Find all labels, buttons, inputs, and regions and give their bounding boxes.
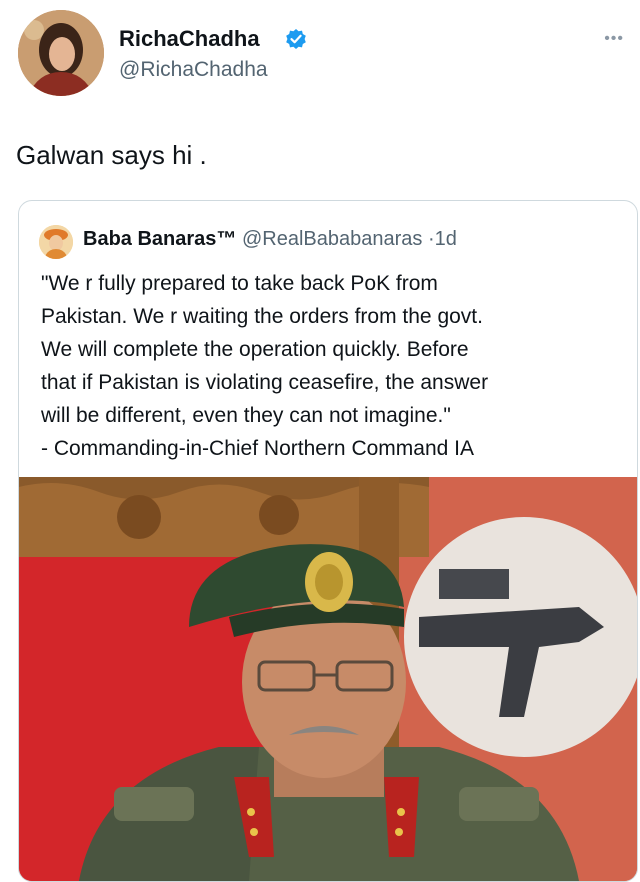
quoted-text-line: - Commanding-in-Chief Northern Command I… — [41, 437, 474, 460]
more-options-icon[interactable]: ••• — [604, 30, 624, 48]
quoted-text-line: Pakistan. We r waiting the orders from t… — [41, 305, 483, 328]
quoted-tweet-text: "We r fully prepared to take back PoK fr… — [41, 267, 633, 465]
author-handle[interactable]: @RichaChadha — [119, 58, 268, 82]
quoted-text-line: We will complete the operation quickly. … — [41, 338, 469, 361]
quoted-text-line: will be different, even they can not ima… — [41, 404, 451, 427]
quoted-tweet[interactable]: Baba Banaras™ @RealBababanaras ·1d "We r… — [18, 200, 638, 882]
quoted-timestamp[interactable]: 1d — [435, 228, 457, 250]
quoted-tweet-photo[interactable] — [19, 477, 637, 881]
verified-badge-icon — [285, 28, 307, 50]
quoted-text-line: "We r fully prepared to take back PoK fr… — [41, 272, 438, 295]
quoted-author-name[interactable]: Baba Banaras™ — [83, 228, 236, 250]
quoted-separator: · — [427, 228, 435, 250]
tweet-header: RichaChadha @RichaChadha ••• — [0, 0, 640, 110]
quoted-text-line: that if Pakistan is violating ceasefire,… — [41, 371, 489, 394]
author-avatar[interactable] — [18, 10, 104, 96]
tweet-text: Galwan says hi . — [16, 140, 207, 170]
quoted-author-handle[interactable]: @RealBababanaras — [242, 228, 422, 250]
author-name[interactable]: RichaChadha — [119, 26, 260, 52]
quoted-author-avatar[interactable] — [39, 225, 73, 259]
quoted-tweet-header: Baba Banaras™ @RealBababanaras ·1d — [83, 228, 457, 251]
